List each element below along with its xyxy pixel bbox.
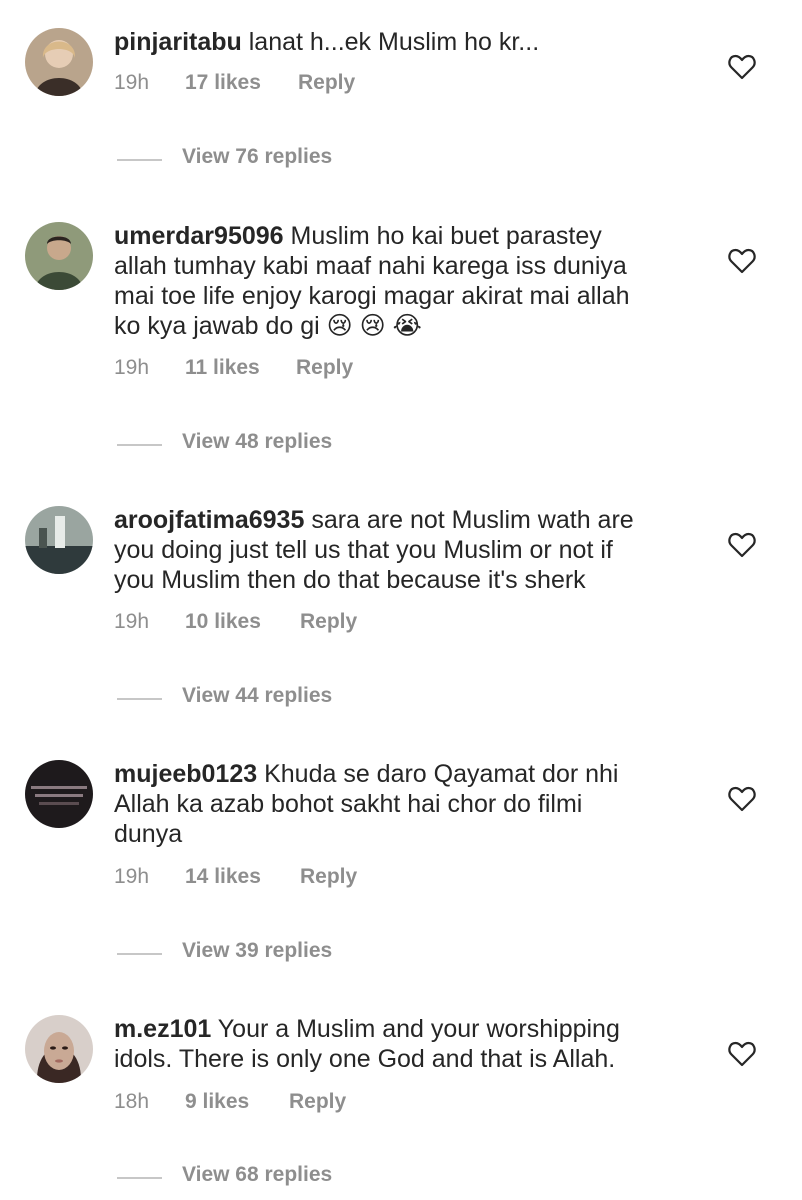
comment-text: aroojfatima6935 sara are not Muslim wath… xyxy=(114,505,714,595)
like-heart-icon[interactable] xyxy=(728,786,756,812)
divider-line xyxy=(117,444,162,446)
avatar[interactable] xyxy=(25,1015,93,1083)
likes-count[interactable]: 14 likes xyxy=(185,865,261,889)
comment-text: pinjaritabu lanat h...ek Muslim ho kr... xyxy=(114,27,714,57)
like-heart-icon[interactable] xyxy=(728,54,756,80)
comment-text: umerdar95096 Muslim ho kai buet parastey… xyxy=(114,221,714,341)
view-replies-label: View 44 replies xyxy=(182,684,333,707)
timestamp: 19h xyxy=(114,865,150,888)
avatar[interactable] xyxy=(25,760,93,828)
reply-button[interactable]: Reply xyxy=(298,71,355,95)
username-link[interactable]: pinjaritabu xyxy=(114,28,242,56)
view-replies-label: View 68 replies xyxy=(182,1163,333,1186)
likes-count[interactable]: 10 likes xyxy=(185,610,261,634)
divider-line xyxy=(117,159,162,161)
divider-line xyxy=(117,1177,162,1179)
view-replies-label: View 48 replies xyxy=(182,430,333,453)
reply-button[interactable]: Reply xyxy=(296,356,353,380)
divider-line xyxy=(117,953,162,955)
like-heart-icon[interactable] xyxy=(728,532,756,558)
view-replies-label: View 76 replies xyxy=(182,145,333,168)
like-heart-icon[interactable] xyxy=(728,1041,756,1067)
divider-line xyxy=(117,698,162,700)
comment-body: lanat h...ek Muslim ho kr... xyxy=(248,28,540,56)
avatar[interactable] xyxy=(25,222,93,290)
timestamp: 19h xyxy=(114,71,150,94)
username-link[interactable]: aroojfatima6935 xyxy=(114,506,304,534)
reply-button[interactable]: Reply xyxy=(300,610,357,634)
reply-button[interactable]: Reply xyxy=(289,1090,346,1114)
like-heart-icon[interactable] xyxy=(728,248,756,274)
timestamp: 19h xyxy=(114,610,150,633)
reply-button[interactable]: Reply xyxy=(300,865,357,889)
avatar[interactable] xyxy=(25,506,93,574)
likes-count[interactable]: 9 likes xyxy=(185,1090,249,1114)
avatar[interactable] xyxy=(25,28,93,96)
username-link[interactable]: umerdar95096 xyxy=(114,222,284,250)
timestamp: 18h xyxy=(114,1090,150,1113)
username-link[interactable]: m.ez101 xyxy=(114,1015,211,1043)
likes-count[interactable]: 17 likes xyxy=(185,71,261,95)
comment-text: m.ez101 Your a Muslim and your worshippi… xyxy=(114,1014,714,1074)
view-replies-label: View 39 replies xyxy=(182,939,333,962)
username-link[interactable]: mujeeb0123 xyxy=(114,760,257,788)
comment-text: mujeeb0123 Khuda se daro Qayamat dor nhi… xyxy=(114,759,714,849)
timestamp: 19h xyxy=(114,356,150,379)
likes-count[interactable]: 11 likes xyxy=(185,356,260,380)
